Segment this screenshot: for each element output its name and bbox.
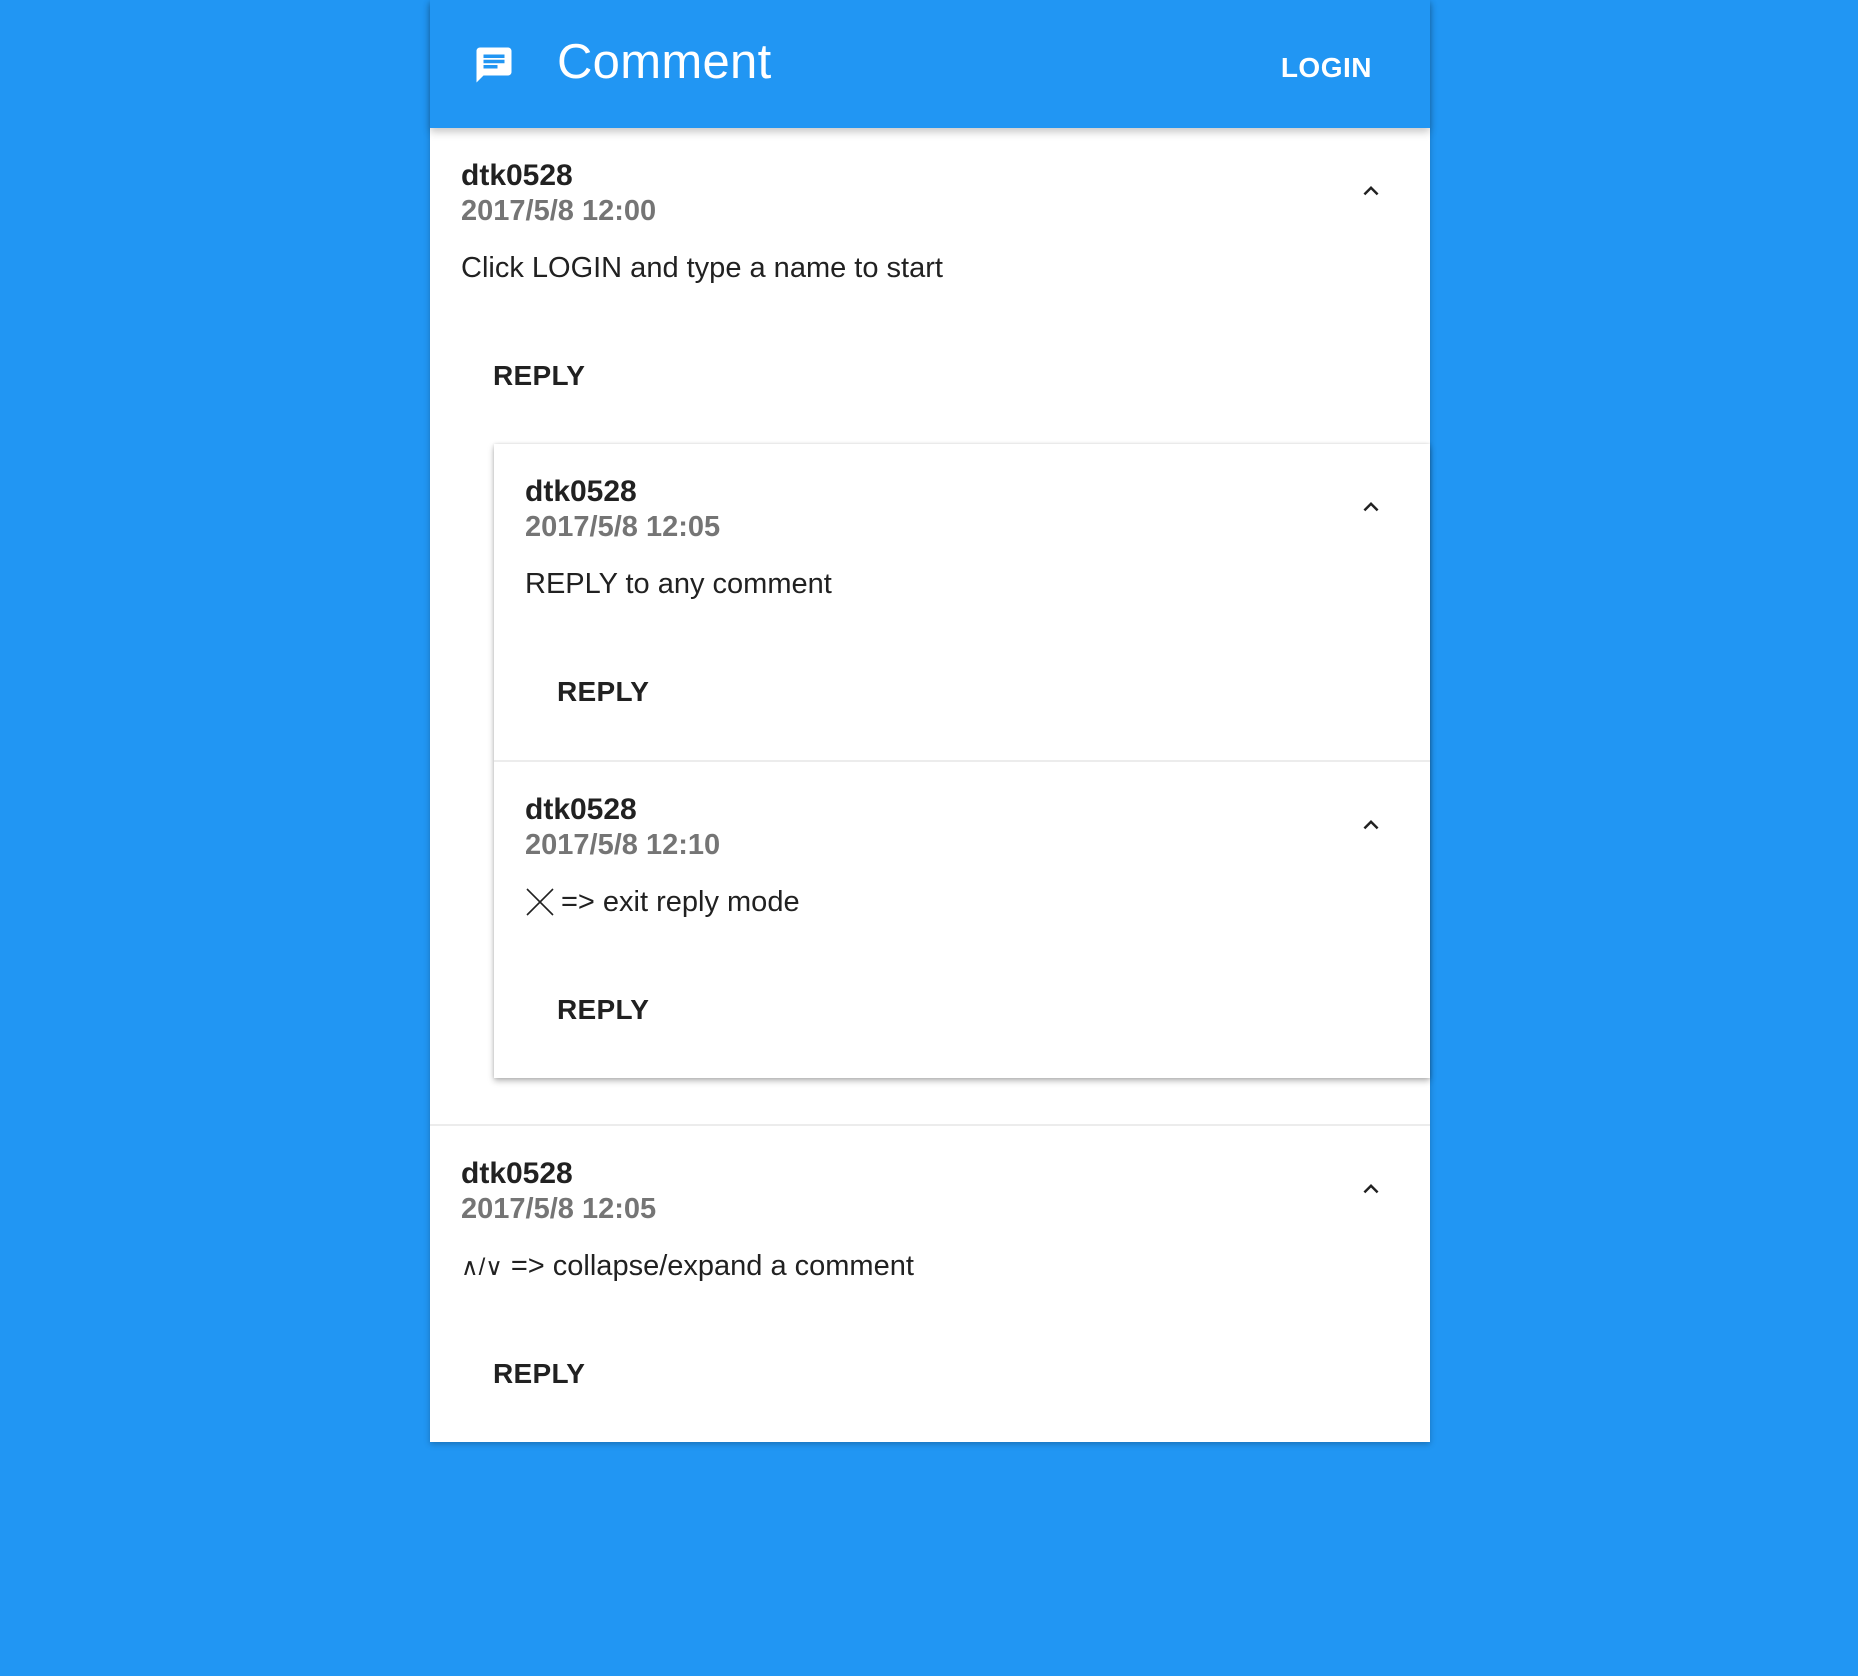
reply-button[interactable]: REPLY [557, 674, 649, 710]
collapse-button[interactable] [1344, 480, 1398, 534]
comment-timestamp: 2017/5/8 12:10 [525, 829, 721, 861]
comment-text-content: => collapse/expand a comment [502, 1250, 914, 1282]
comment-icon [476, 47, 512, 83]
reply-button[interactable]: REPLY [493, 358, 585, 394]
chevron-up-icon [1363, 186, 1379, 196]
comment-text-content: => exit reply mode [561, 886, 800, 918]
comment-card: dtk0528 2017/5/8 12:00 Click LOGIN and t… [430, 128, 1430, 1078]
reply-thread: dtk0528 2017/5/8 12:05 REPLY to any comm… [494, 444, 1430, 1078]
caret-glyphs: ∧/∨ [461, 1254, 503, 1281]
reply-button[interactable]: REPLY [493, 1356, 585, 1392]
comment-body: => exit reply mode [525, 884, 1430, 970]
comment-actions: REPLY [494, 652, 1430, 760]
reply-card: dtk0528 2017/5/8 12:10 => exit reply mod… [494, 760, 1430, 1078]
comment-header: dtk0528 2017/5/8 12:00 [430, 128, 1430, 250]
close-icon [526, 888, 554, 916]
comment-header: dtk0528 2017/5/8 12:10 [494, 762, 1430, 884]
collapse-button[interactable] [1344, 1162, 1398, 1216]
comment-timestamp: 2017/5/8 12:00 [461, 195, 657, 227]
collapse-button[interactable] [1344, 798, 1398, 852]
login-button[interactable]: LOGIN [1281, 48, 1372, 88]
reply-card: dtk0528 2017/5/8 12:05 REPLY to any comm… [494, 444, 1430, 760]
collapse-button[interactable] [1344, 164, 1398, 218]
comment-app: Comment LOGIN dtk0528 2017/5/8 12:00 Cli… [430, 0, 1430, 1442]
app-bar: Comment LOGIN [430, 0, 1430, 128]
comment-author: dtk0528 [461, 1157, 573, 1190]
comment-list: dtk0528 2017/5/8 12:00 Click LOGIN and t… [430, 128, 1430, 1442]
chevron-up-icon [1363, 1184, 1379, 1194]
app-title: Comment [557, 35, 772, 89]
chevron-up-icon [1363, 502, 1379, 512]
comment-body: ∧/∨ => collapse/expand a comment [461, 1248, 1430, 1334]
comment-actions: REPLY [430, 1334, 1430, 1442]
comment-text: REPLY to any comment [525, 568, 832, 600]
comment-header: dtk0528 2017/5/8 12:05 [494, 444, 1430, 566]
chevron-up-icon [1363, 820, 1379, 830]
comment-author: dtk0528 [461, 159, 573, 192]
comment-actions: REPLY [494, 970, 1430, 1078]
comment-actions: REPLY [430, 336, 1430, 444]
comment-text: ∧/∨ => collapse/expand a comment [461, 1248, 914, 1286]
comment-body: Click LOGIN and type a name to start [461, 250, 1430, 336]
comment-timestamp: 2017/5/8 12:05 [525, 511, 721, 543]
comment-text: => exit reply mode [525, 884, 800, 920]
comment-header: dtk0528 2017/5/8 12:05 [430, 1126, 1430, 1248]
comment-author: dtk0528 [525, 793, 637, 826]
comment-body: REPLY to any comment [525, 566, 1430, 652]
reply-button[interactable]: REPLY [557, 992, 649, 1028]
comment-card: dtk0528 2017/5/8 12:05 ∧/∨ => collapse/e… [430, 1124, 1430, 1442]
comment-text: Click LOGIN and type a name to start [461, 252, 943, 284]
comment-timestamp: 2017/5/8 12:05 [461, 1193, 657, 1225]
comment-author: dtk0528 [525, 475, 637, 508]
